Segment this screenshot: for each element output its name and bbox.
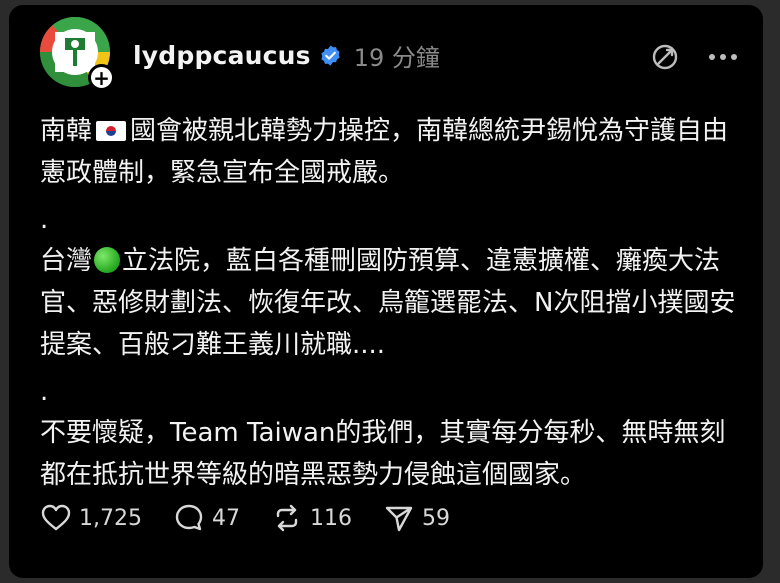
- repost-icon: [276, 504, 298, 532]
- south-korea-flag-icon: [96, 121, 127, 141]
- send-icon: [385, 506, 413, 532]
- comment-button[interactable]: 47: [174, 503, 240, 533]
- more-options-button[interactable]: [707, 41, 739, 73]
- avatar[interactable]: +: [40, 17, 115, 91]
- like-count: 1,725: [79, 505, 142, 531]
- text-segment: 國會被親北韓勢力操控，南韓總統尹錫悅為守護自由憲政體制，緊急宣布全國戒嚴。: [40, 116, 729, 188]
- engagement-bar: 1,725 47 116 59: [41, 503, 482, 533]
- comment-count: 47: [211, 505, 240, 531]
- separator: .: [40, 377, 49, 407]
- text-segment: 台灣: [40, 246, 93, 276]
- green-circle-icon: [94, 247, 121, 273]
- text-segment: 南韓: [40, 116, 93, 146]
- repost-button[interactable]: 116: [272, 503, 352, 533]
- post-body: 南韓 國會被親北韓勢力操控，南韓總統尹錫悅為守護自由憲政體制，緊急宣布全國戒嚴。 …: [40, 110, 745, 496]
- more-icon: [709, 54, 737, 60]
- post-paragraph-1: 南韓 國會被親北韓勢力操控，南韓總統尹錫悅為守護自由憲政體制，緊急宣布全國戒嚴。: [40, 110, 745, 194]
- separator: .: [40, 205, 49, 235]
- party-logo-icon: [55, 32, 95, 72]
- post-paragraph-3: 不要懷疑，Team Taiwan的我們，其實每分每秒、無時無刻都在抵抗世界等級的…: [40, 418, 726, 490]
- text-segment: 立法院，藍白各種刪國防預算、違憲擴權、癱瘓大法官、惡修財劃法、恢復年改、鳥籠選罷…: [40, 246, 736, 360]
- verified-badge-icon: [321, 44, 340, 66]
- top-actions: [649, 41, 739, 73]
- translate-button[interactable]: [649, 41, 681, 73]
- username[interactable]: lydppcaucus: [133, 41, 311, 70]
- post-card: + lydppcaucus 19 分鐘 南韓 國會被親北韓勢力操控，南韓總統尹錫悅…: [9, 5, 763, 578]
- like-button[interactable]: 1,725: [41, 504, 142, 532]
- timestamp: 19 分鐘: [353, 43, 440, 72]
- repost-count: 116: [309, 505, 352, 531]
- share-count: 59: [421, 505, 450, 531]
- post-paragraph-2: 台灣 立法院，藍白各種刪國防預算、違憲擴權、癱瘓大法官、惡修財劃法、恢復年改、鳥籠…: [40, 240, 745, 366]
- comment-icon: [175, 504, 203, 531]
- translate-icon: [652, 44, 678, 70]
- heart-icon: [41, 504, 71, 531]
- share-button[interactable]: 59: [384, 503, 450, 533]
- follow-plus-icon[interactable]: +: [88, 64, 115, 91]
- post-header: lydppcaucus 19 分鐘: [133, 37, 440, 73]
